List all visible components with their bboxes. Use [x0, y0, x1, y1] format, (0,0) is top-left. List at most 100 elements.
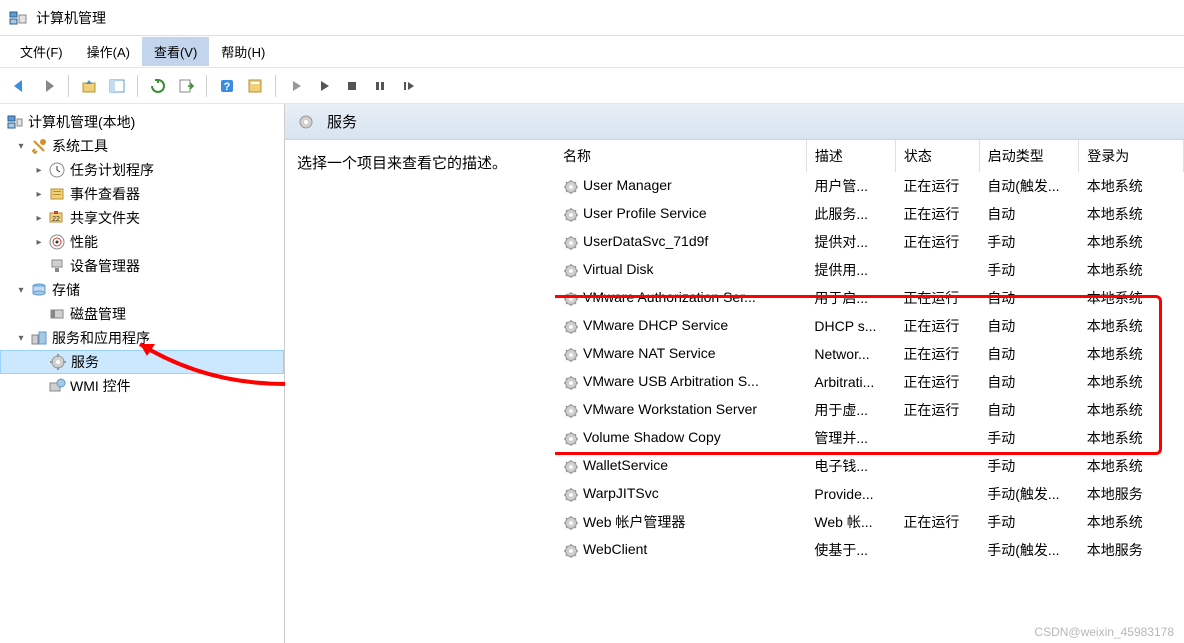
nav-back-button[interactable] [8, 74, 32, 98]
service-row[interactable]: WarpJITSvcProvide...手动(触发...本地服务 [555, 480, 1184, 508]
tree-device-manager[interactable]: 设备管理器 [0, 254, 284, 278]
service-row[interactable]: WalletService电子钱...手动本地系统 [555, 452, 1184, 480]
service-start: 手动 [979, 228, 1079, 256]
service-row[interactable]: VMware USB Arbitration S...Arbitrati...正… [555, 368, 1184, 396]
service-row[interactable]: VMware Workstation Server用于虚...正在运行自动本地系… [555, 396, 1184, 424]
tree-performance[interactable]: ▸ 性能 [0, 230, 284, 254]
stop-service-button[interactable] [312, 74, 336, 98]
service-login: 本地系统 [1079, 508, 1184, 536]
chevron-right-icon[interactable]: ▸ [32, 237, 46, 248]
tree-label: 系统工具 [52, 136, 108, 156]
tree-label: 设备管理器 [70, 256, 140, 276]
tree-label: 计算机管理(本地) [28, 112, 135, 132]
service-start: 手动(触发... [979, 480, 1079, 508]
service-name: User Profile Service [583, 205, 707, 221]
tree-services[interactable]: 服务 [0, 350, 284, 374]
column-header-desc[interactable]: 描述 [806, 140, 895, 172]
service-status [895, 452, 979, 480]
service-desc: DHCP s... [806, 312, 895, 340]
help-button[interactable]: ? [215, 74, 239, 98]
separator [206, 75, 207, 97]
menu-file[interactable]: 文件(F) [8, 37, 75, 66]
description-panel: 选择一个项目来查看它的描述。 [285, 140, 555, 643]
tree-label: 存储 [52, 280, 80, 300]
tree-label: 磁盘管理 [70, 304, 126, 324]
service-name: UserDataSvc_71d9f [583, 233, 708, 249]
tree-label: 性能 [70, 232, 98, 252]
service-status [895, 480, 979, 508]
tree-panel[interactable]: 计算机管理(本地) ▾ 系统工具 ▸ 任务计划程序 ▸ 事件查看器 ▸ 22 共… [0, 104, 285, 643]
column-header-login[interactable]: 登录为 [1079, 140, 1184, 172]
service-login: 本地系统 [1079, 200, 1184, 228]
pause-button[interactable] [368, 74, 392, 98]
content-area: 计算机管理(本地) ▾ 系统工具 ▸ 任务计划程序 ▸ 事件查看器 ▸ 22 共… [0, 104, 1184, 643]
gear-icon [563, 403, 579, 419]
refresh-button[interactable] [146, 74, 170, 98]
service-status: 正在运行 [895, 284, 979, 312]
service-row[interactable]: WebClient使基于...手动(触发...本地服务 [555, 536, 1184, 564]
tree-label: 事件查看器 [70, 184, 140, 204]
service-login: 本地系统 [1079, 312, 1184, 340]
services-table: 名称 描述 状态 启动类型 登录为 User Manager用户管...正在运行… [555, 140, 1184, 564]
tree-disk-management[interactable]: 磁盘管理 [0, 302, 284, 326]
tree-services-apps[interactable]: ▾ 服务和应用程序 [0, 326, 284, 350]
nav-forward-button[interactable] [36, 74, 60, 98]
service-row[interactable]: VMware DHCP ServiceDHCP s...正在运行自动本地系统 [555, 312, 1184, 340]
tree-label: 服务和应用程序 [52, 328, 150, 348]
tree-storage[interactable]: ▾ 存储 [0, 278, 284, 302]
export-button[interactable] [174, 74, 198, 98]
window-titlebar: 计算机管理 [0, 0, 1184, 36]
service-name: VMware Workstation Server [583, 401, 757, 417]
service-row[interactable]: Virtual Disk提供用...手动本地系统 [555, 256, 1184, 284]
column-header-start[interactable]: 启动类型 [979, 140, 1079, 172]
service-start: 手动 [979, 256, 1079, 284]
service-login: 本地系统 [1079, 452, 1184, 480]
tree-task-scheduler[interactable]: ▸ 任务计划程序 [0, 158, 284, 182]
show-hide-tree-button[interactable] [105, 74, 129, 98]
column-header-status[interactable]: 状态 [895, 140, 979, 172]
chevron-right-icon[interactable]: ▸ [32, 213, 46, 224]
chevron-down-icon[interactable]: ▾ [14, 285, 28, 296]
menu-action[interactable]: 操作(A) [75, 37, 142, 66]
service-row[interactable]: User Profile Service此服务...正在运行自动本地系统 [555, 200, 1184, 228]
service-row[interactable]: Volume Shadow Copy管理并...手动本地系统 [555, 424, 1184, 452]
window-title: 计算机管理 [36, 8, 106, 28]
chevron-right-icon[interactable]: ▸ [32, 165, 46, 176]
properties-button[interactable] [243, 74, 267, 98]
service-name: VMware USB Arbitration S... [583, 373, 759, 389]
chevron-right-icon[interactable]: ▸ [32, 189, 46, 200]
shared-folder-icon: 22 [48, 209, 66, 227]
tree-event-viewer[interactable]: ▸ 事件查看器 [0, 182, 284, 206]
stop-button[interactable] [340, 74, 364, 98]
service-status: 正在运行 [895, 312, 979, 340]
service-desc: 用户管... [806, 172, 895, 200]
service-row[interactable]: Web 帐户管理器Web 帐...正在运行手动本地系统 [555, 508, 1184, 536]
watermark: CSDN@weixin_45983178 [1034, 625, 1174, 639]
gear-icon [563, 459, 579, 475]
menu-help[interactable]: 帮助(H) [209, 37, 277, 66]
service-name: VMware Authorization Ser... [583, 289, 756, 305]
menu-view[interactable]: 查看(V) [142, 37, 209, 66]
service-login: 本地系统 [1079, 340, 1184, 368]
chevron-down-icon[interactable]: ▾ [14, 141, 28, 152]
service-desc: 用于虚... [806, 396, 895, 424]
service-row[interactable]: VMware NAT ServiceNetwor...正在运行自动本地系统 [555, 340, 1184, 368]
service-row[interactable]: User Manager用户管...正在运行自动(触发...本地系统 [555, 172, 1184, 200]
tree-system-tools[interactable]: ▾ 系统工具 [0, 134, 284, 158]
service-status: 正在运行 [895, 340, 979, 368]
chevron-down-icon[interactable]: ▾ [14, 333, 28, 344]
column-header-name[interactable]: 名称 [555, 140, 806, 172]
tree-root[interactable]: 计算机管理(本地) [0, 110, 284, 134]
start-service-button[interactable] [284, 74, 308, 98]
services-table-panel[interactable]: 名称 描述 状态 启动类型 登录为 User Manager用户管...正在运行… [555, 140, 1184, 643]
event-icon [48, 185, 66, 203]
service-name: Volume Shadow Copy [583, 429, 721, 445]
menubar: 文件(F) 操作(A) 查看(V) 帮助(H) [0, 36, 1184, 68]
service-row[interactable]: VMware Authorization Ser...用于启...正在运行自动本… [555, 284, 1184, 312]
restart-button[interactable] [396, 74, 420, 98]
service-row[interactable]: UserDataSvc_71d9f提供对...正在运行手动本地系统 [555, 228, 1184, 256]
up-button[interactable] [77, 74, 101, 98]
tree-label: 服务 [71, 352, 99, 372]
tree-shared-folders[interactable]: ▸ 22 共享文件夹 [0, 206, 284, 230]
tree-wmi[interactable]: WMI 控件 [0, 374, 284, 398]
